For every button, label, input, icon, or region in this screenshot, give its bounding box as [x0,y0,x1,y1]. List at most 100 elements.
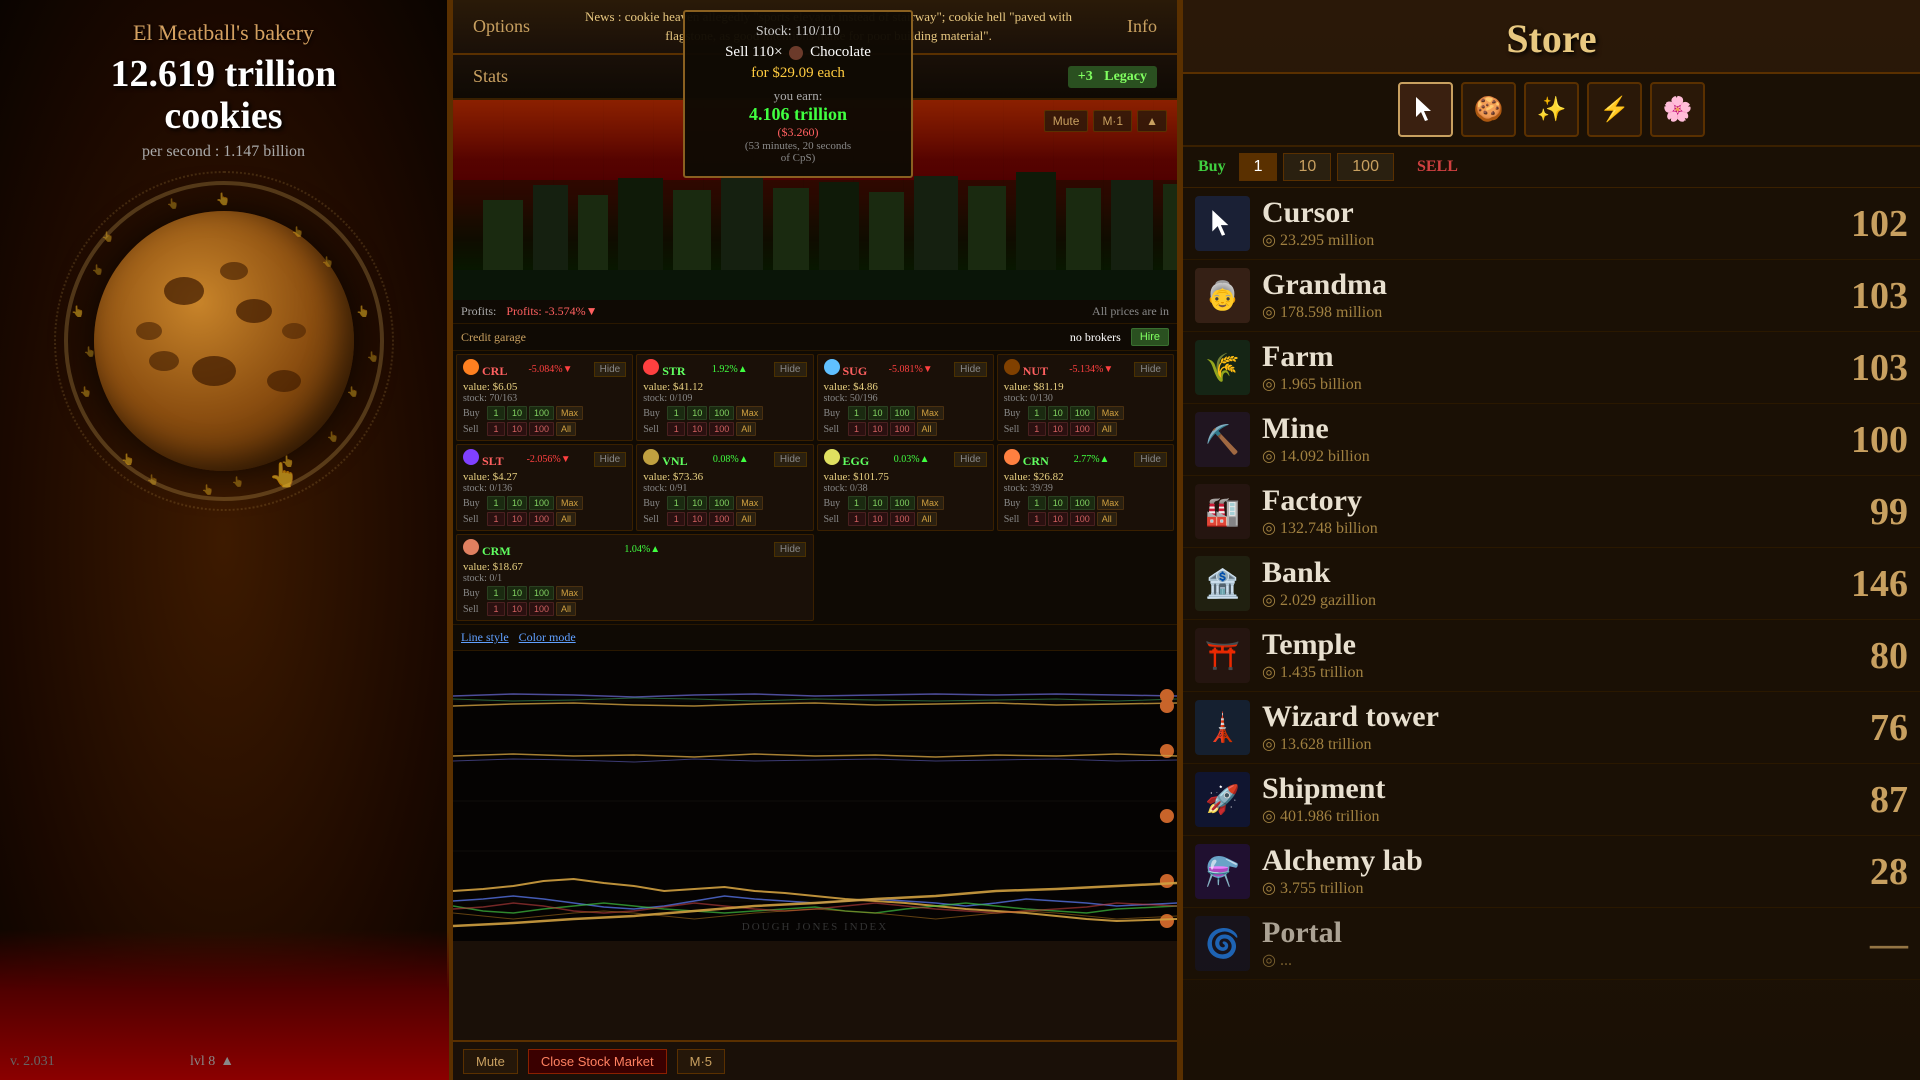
crn-sell-100[interactable]: 100 [1070,512,1095,526]
crm-sell-1[interactable]: 1 [487,602,505,616]
crl-sell-all[interactable]: All [556,422,576,436]
nut-sell-10[interactable]: 10 [1048,422,1068,436]
info-button[interactable]: Info [1107,8,1177,45]
vnl-buy-max[interactable]: Max [736,496,763,510]
store-item-farm[interactable]: 🌾 Farm ◎ 1.965 billion 103 [1183,332,1920,404]
stats-button[interactable]: Stats [453,58,528,95]
nut-buy-100[interactable]: 100 [1070,406,1095,420]
egg-hide[interactable]: Hide [954,452,987,467]
str-sell-1[interactable]: 1 [667,422,685,436]
vnl-buy-100[interactable]: 100 [709,496,734,510]
tab-gold[interactable]: ✨ [1524,82,1579,137]
tab-pink[interactable]: 🌸 [1650,82,1705,137]
crl-sell-1[interactable]: 1 [487,422,505,436]
vnl-sell-100[interactable]: 100 [709,512,734,526]
tab-blue[interactable]: ⚡ [1587,82,1642,137]
slt-sell-10[interactable]: 10 [507,512,527,526]
crn-buy-max[interactable]: Max [1097,496,1124,510]
str-sell-100[interactable]: 100 [709,422,734,436]
crn-buy-10[interactable]: 10 [1048,496,1068,510]
crm-buy-1[interactable]: 1 [487,586,505,600]
crn-sell-all[interactable]: All [1097,512,1117,526]
bottom-m5-button[interactable]: M·5 [677,1049,725,1074]
vnl-hide[interactable]: Hide [774,452,807,467]
level-arrow-up[interactable]: ▲ [220,1054,234,1070]
vnl-sell-10[interactable]: 10 [687,512,707,526]
slt-buy-100[interactable]: 100 [529,496,554,510]
store-item-wizard-tower[interactable]: 🗼 Wizard tower ◎ 13.628 trillion 76 [1183,692,1920,764]
crn-buy-100[interactable]: 100 [1070,496,1095,510]
egg-buy-max[interactable]: Max [917,496,944,510]
egg-buy-1[interactable]: 1 [848,496,866,510]
str-buy-max[interactable]: Max [736,406,763,420]
store-item-shipment[interactable]: 🚀 Shipment ◎ 401.986 trillion 87 [1183,764,1920,836]
hire-button[interactable]: Hire [1131,328,1169,346]
vnl-buy-10[interactable]: 10 [687,496,707,510]
egg-sell-1[interactable]: 1 [848,512,866,526]
crn-sell-10[interactable]: 10 [1048,512,1068,526]
vnl-sell-1[interactable]: 1 [667,512,685,526]
egg-buy-100[interactable]: 100 [890,496,915,510]
color-mode-button[interactable]: Color mode [519,630,576,645]
crm-hide[interactable]: Hide [774,542,807,557]
mute-button[interactable]: Mute [1044,110,1089,132]
line-style-button[interactable]: Line style [461,630,509,645]
slt-sell-100[interactable]: 100 [529,512,554,526]
vnl-buy-1[interactable]: 1 [667,496,685,510]
nut-buy-10[interactable]: 10 [1048,406,1068,420]
nut-hide[interactable]: Hide [1134,362,1167,377]
slt-sell-1[interactable]: 1 [487,512,505,526]
nut-sell-1[interactable]: 1 [1028,422,1046,436]
store-item-cursor[interactable]: Cursor ◎ 23.295 million 102 [1183,188,1920,260]
slt-sell-all[interactable]: All [556,512,576,526]
sug-buy-max[interactable]: Max [917,406,944,420]
slt-buy-max[interactable]: Max [556,496,583,510]
level-up-button[interactable]: ▲ [1137,110,1167,132]
egg-buy-10[interactable]: 10 [868,496,888,510]
legacy-indicator[interactable]: +3 Legacy [1068,66,1157,88]
str-buy-10[interactable]: 10 [687,406,707,420]
cookie-container[interactable]: 👆 👆 👆 👆 👆 👆 👆 👆 👆 👆 👆 👆 👆 👆 👆 👆 👆 👆 [64,181,384,501]
str-hide[interactable]: Hide [774,362,807,377]
slt-hide[interactable]: Hide [594,452,627,467]
tab-cursor[interactable] [1398,82,1453,137]
str-sell-all[interactable]: All [736,422,756,436]
store-item-bank[interactable]: 🏦 Bank ◎ 2.029 gazillion 146 [1183,548,1920,620]
store-item-alchemy-lab[interactable]: ⚗️ Alchemy lab ◎ 3.755 trillion 28 [1183,836,1920,908]
bottom-mute-button[interactable]: Mute [463,1049,518,1074]
crm-sell-all[interactable]: All [556,602,576,616]
crl-sell-10[interactable]: 10 [507,422,527,436]
store-item-portal[interactable]: 🌀 Portal ◎ ... — [1183,908,1920,980]
qty-100-button[interactable]: 100 [1337,153,1394,181]
str-buy-100[interactable]: 100 [709,406,734,420]
crm-sell-100[interactable]: 100 [529,602,554,616]
store-item-factory[interactable]: 🏭 Factory ◎ 132.748 billion 99 [1183,476,1920,548]
crm-buy-10[interactable]: 10 [507,586,527,600]
nut-sell-100[interactable]: 100 [1070,422,1095,436]
close-market-button[interactable]: Close Stock Market [528,1049,667,1074]
crm-sell-10[interactable]: 10 [507,602,527,616]
sug-buy-10[interactable]: 10 [868,406,888,420]
crl-buy-100[interactable]: 100 [529,406,554,420]
crl-sell-100[interactable]: 100 [529,422,554,436]
slt-buy-10[interactable]: 10 [507,496,527,510]
tab-cookie[interactable]: 🍪 [1461,82,1516,137]
slt-buy-1[interactable]: 1 [487,496,505,510]
nut-buy-max[interactable]: Max [1097,406,1124,420]
crn-sell-1[interactable]: 1 [1028,512,1046,526]
egg-sell-100[interactable]: 100 [890,512,915,526]
crl-hide[interactable]: Hide [594,362,627,377]
crm-buy-100[interactable]: 100 [529,586,554,600]
str-buy-1[interactable]: 1 [667,406,685,420]
nut-sell-all[interactable]: All [1097,422,1117,436]
crl-buy-max[interactable]: Max [556,406,583,420]
sug-sell-100[interactable]: 100 [890,422,915,436]
sug-buy-100[interactable]: 100 [890,406,915,420]
options-button[interactable]: Options [453,8,550,45]
store-item-mine[interactable]: ⛏️ Mine ◎ 14.092 billion 100 [1183,404,1920,476]
crl-buy-10[interactable]: 10 [507,406,527,420]
egg-sell-all[interactable]: All [917,512,937,526]
store-item-grandma[interactable]: 👵 Grandma ◎ 178.598 million 103 [1183,260,1920,332]
sug-sell-1[interactable]: 1 [848,422,866,436]
sug-buy-1[interactable]: 1 [848,406,866,420]
